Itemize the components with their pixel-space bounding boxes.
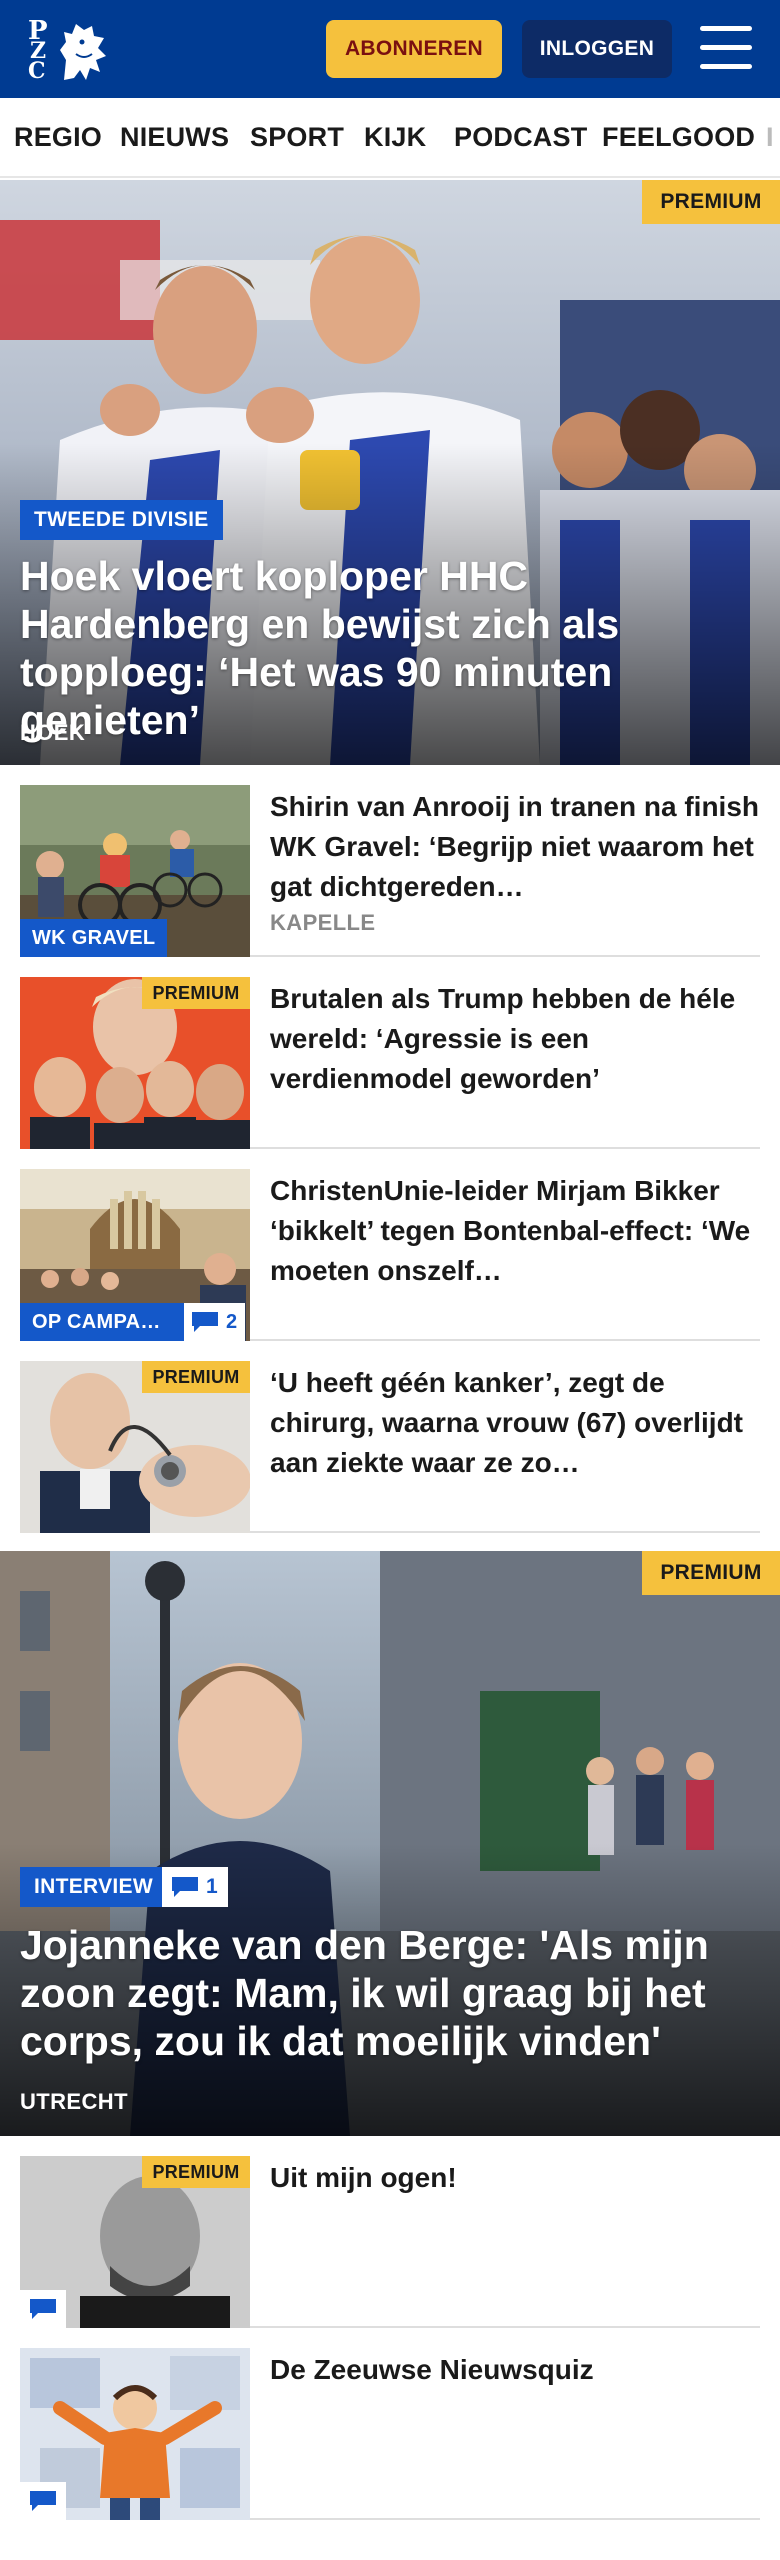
list-item[interactable]: PREMIUM Brutalen als Trump hebben de hél… [20, 977, 760, 1149]
list-item[interactable]: PREMIUM Uit mijn ogen! [20, 2156, 760, 2328]
list-item[interactable]: OP CAMPA… 2 ChristenUnie-leider Mirjam B… [20, 1169, 760, 1341]
comment-count-badge[interactable]: 1 [162, 1867, 228, 1907]
article-headline[interactable]: ChristenUnie-leider Mirjam Bikker ‘bikke… [270, 1171, 760, 1291]
hero-article-jojanneke[interactable]: PREMIUM INTERVIEW 1 Jojanneke van den Be… [0, 1551, 780, 2136]
article-thumbnail[interactable]: PREMIUM [20, 2156, 250, 2328]
premium-badge: PREMIUM [142, 977, 250, 1009]
article-headline[interactable]: Shirin van Anrooij in tranen na finish W… [270, 787, 760, 907]
comment-bubble-icon [30, 2491, 56, 2511]
nav-item-sport[interactable]: SPORT [250, 122, 344, 153]
list-item[interactable]: WK GRAVEL Shirin van Anrooij in tranen n… [20, 785, 760, 957]
article-thumbnail[interactable]: OP CAMPA… 2 [20, 1169, 250, 1341]
comment-bubble-icon [192, 1312, 218, 1332]
comment-count: 1 [206, 1875, 218, 1898]
article-thumbnail[interactable]: WK GRAVEL [20, 785, 250, 957]
hero-headline[interactable]: Hoek vloert koploper HHC Hardenberg en b… [20, 552, 760, 744]
comment-bubble-icon [172, 1877, 198, 1897]
article-headline[interactable]: De Zeeuwse Nieuwsquiz [270, 2350, 760, 2390]
login-button[interactable]: INLOGGEN [522, 20, 672, 78]
logo-letter-c: C [28, 58, 46, 84]
nav-item-regio[interactable]: REGIO [14, 122, 102, 153]
premium-badge: PREMIUM [642, 1551, 780, 1595]
hero-location: UTRECHT [20, 2089, 128, 2114]
premium-badge: PREMIUM [142, 2156, 250, 2188]
hero-article-hoek[interactable]: PREMIUM TWEEDE DIVISIE Hoek vloert koplo… [0, 180, 780, 765]
comment-indicator[interactable] [20, 2482, 66, 2520]
category-label[interactable]: INTERVIEW [20, 1867, 167, 1907]
section-nav: REGIO NIEUWS SPORT KIJK PODCAST FEELGOOD… [0, 98, 780, 178]
premium-badge: PREMIUM [642, 180, 780, 224]
comment-bubble-icon [30, 2299, 56, 2319]
category-label[interactable]: WK GRAVEL [20, 919, 168, 957]
premium-badge: PREMIUM [142, 1361, 250, 1393]
article-headline[interactable]: Brutalen als Trump hebben de héle wereld… [270, 979, 760, 1099]
nav-item-podcast[interactable]: PODCAST [454, 122, 587, 153]
article-headline[interactable]: ‘U heeft géén kanker’, zegt de chirurg, … [270, 1363, 760, 1483]
nav-item-nieuws[interactable]: NIEUWS [120, 122, 229, 153]
comment-count: 2 [226, 1310, 238, 1333]
lion-icon [60, 24, 106, 80]
nav-item-more[interactable]: I [766, 122, 774, 153]
list-item[interactable]: PREMIUM ‘U heeft géén kanker’, zegt de c… [20, 1361, 760, 1533]
category-label[interactable]: TWEEDE DIVISIE [20, 500, 223, 540]
hero-headline[interactable]: Jojanneke van den Berge: 'Als mijn zoon … [20, 1921, 760, 2065]
list-item[interactable]: De Zeeuwse Nieuwsquiz [20, 2348, 760, 2520]
pzc-logo[interactable]: P Z C [28, 14, 110, 86]
subscribe-button[interactable]: ABONNEREN [326, 20, 502, 78]
hero-location: HOEK [20, 720, 86, 745]
article-thumbnail[interactable]: PREMIUM [20, 1361, 250, 1533]
category-label[interactable]: OP CAMPA… [20, 1303, 184, 1341]
article-location: KAPELLE [270, 910, 376, 935]
hamburger-menu-icon[interactable] [700, 26, 752, 70]
article-thumbnail[interactable] [20, 2348, 250, 2520]
nav-item-kijk[interactable]: KIJK [364, 122, 426, 153]
article-thumbnail[interactable]: PREMIUM [20, 977, 250, 1149]
comment-count-badge[interactable]: 2 [184, 1303, 246, 1341]
article-headline[interactable]: Uit mijn ogen! [270, 2158, 760, 2198]
comment-indicator[interactable] [20, 2290, 66, 2328]
nav-item-feelgood[interactable]: FEELGOOD [602, 122, 755, 153]
site-header: P Z C ABONNEREN INLOGGEN [0, 0, 780, 98]
